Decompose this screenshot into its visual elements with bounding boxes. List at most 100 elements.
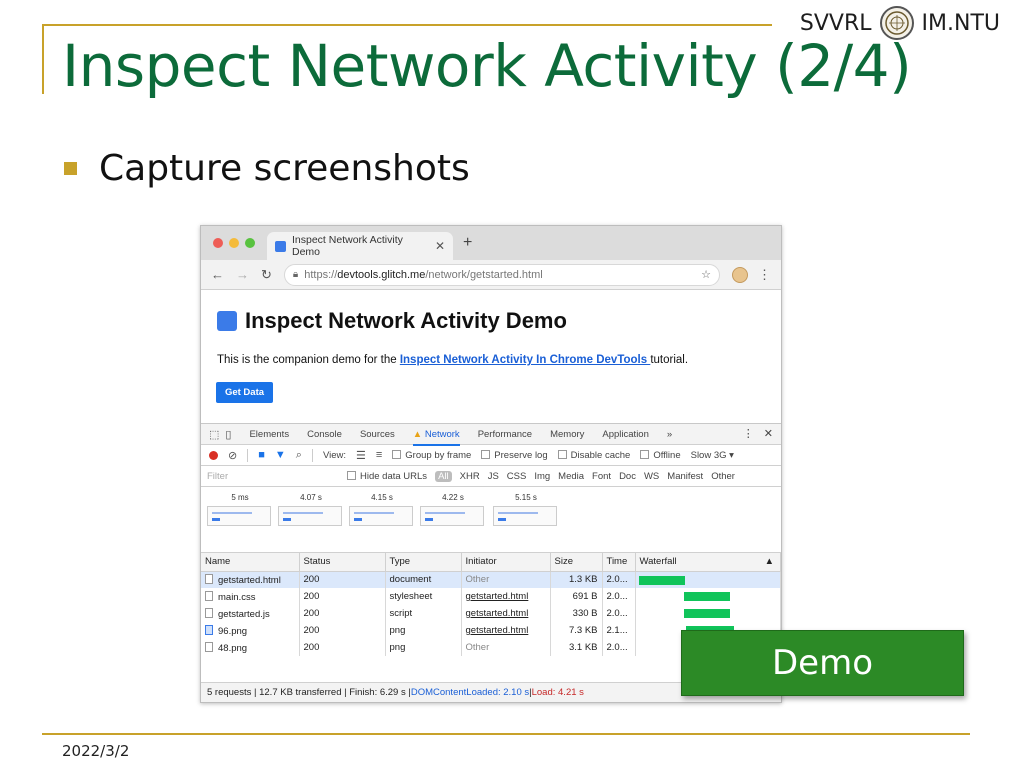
filmstrip-frame[interactable]: 5 ms [207,493,273,526]
column-waterfall[interactable]: Waterfall ▲ [635,553,781,572]
document-icon [205,573,213,584]
waterfall-bar [638,575,685,585]
status-domcontentloaded: DOMContentLoaded: 2.10 s [410,687,530,698]
record-icon[interactable] [209,450,218,460]
filter-input[interactable]: Filter [207,471,339,482]
brand-dept: IM.NTU [921,10,1000,36]
filter-type-all[interactable]: All [435,470,452,482]
filmstrip-frame[interactable]: 4.22 s [420,493,486,526]
tab-memory[interactable]: Memory [550,429,584,440]
request-time: 2.0... [602,605,636,622]
overview-icon[interactable]: ≡ [376,449,382,461]
devtools-tab-bar: ⬚ ▯ Elements Console Sources ▲ Network Pe… [201,424,781,446]
url-input[interactable]: 🔒︎ https://devtools.glitch.me/network/ge… [283,263,720,286]
browser-tabstrip: Inspect Network Activity Demo ✕ + [201,226,781,260]
inspect-element-icon[interactable]: ⬚ [209,428,219,441]
network-toolbar: ⊘ ■ ▼ ⌕ View: ☰ ≡ Group by frame Preserv… [201,445,781,466]
status-load: Load: 4.21 s [531,687,584,698]
filter-type-doc[interactable]: Doc [619,471,636,482]
view-label: View: [322,449,346,461]
bookmark-star-icon[interactable]: ☆ [701,268,711,281]
filter-type-css[interactable]: CSS [507,471,527,482]
demo-logo-icon [217,311,237,331]
more-tabs-icon[interactable]: » [667,429,672,440]
devtools-close-icon[interactable]: ✕ [764,427,773,440]
request-initiator: Other [461,639,551,656]
hide-data-urls-checkbox[interactable]: Hide data URLs [347,470,427,482]
get-data-button[interactable]: Get Data [216,382,273,403]
tab-console[interactable]: Console [307,429,342,440]
preserve-log-checkbox[interactable]: Preserve log [481,449,548,461]
offline-checkbox[interactable]: Offline [640,449,681,461]
filter-type-font[interactable]: Font [592,471,611,482]
table-row[interactable]: getstarted.html 200 document Other 1.3 K… [201,571,781,588]
tab-close-icon[interactable]: ✕ [435,239,445,253]
column-initiator[interactable]: Initiator [461,553,551,572]
group-by-frame-label: Group by frame [405,449,472,461]
throttling-select[interactable]: Slow 3G ▾ [691,450,734,461]
capture-screenshots-icon[interactable]: ■ [258,449,265,461]
forward-icon[interactable]: → [236,267,249,282]
back-icon[interactable]: ← [211,267,224,282]
table-row[interactable]: getstarted.js 200 script getstarted.html… [201,605,781,622]
disable-cache-checkbox[interactable]: Disable cache [557,449,630,461]
filter-icon[interactable]: ▼ [275,449,286,461]
filmstrip-frame[interactable]: 4.07 s [278,493,344,526]
tutorial-link[interactable]: Inspect Network Activity In Chrome DevTo… [400,354,651,366]
request-initiator-link[interactable]: getstarted.html [466,591,529,602]
preserve-log-label: Preserve log [494,449,548,461]
filter-type-js[interactable]: JS [488,471,499,482]
demo-button[interactable]: Demo [681,630,964,696]
tab-performance[interactable]: Performance [478,429,532,440]
filter-type-media[interactable]: Media [558,471,584,482]
request-size: 1.3 KB [550,571,603,588]
search-icon[interactable]: ⌕ [296,449,302,462]
tab-network[interactable]: ▲ Network [412,428,460,446]
device-toolbar-icon[interactable]: ▯ [225,428,231,441]
tab-application[interactable]: Application [602,429,648,440]
column-type[interactable]: Type [385,553,462,572]
page-heading-text: Inspect Network Activity Demo [245,308,567,333]
column-size[interactable]: Size [550,553,603,572]
chevron-down-icon: ▾ [729,449,734,461]
column-name[interactable]: Name [201,553,300,572]
filter-type-manifest[interactable]: Manifest [667,471,703,482]
frame-time: 4.07 s [300,493,322,502]
tab-elements[interactable]: Elements [249,429,289,440]
reload-icon[interactable]: ↻ [261,267,272,283]
large-rows-icon[interactable]: ☰ [356,449,366,462]
column-time[interactable]: Time [602,553,636,572]
maximize-window-icon[interactable] [245,238,255,248]
frame-time: 4.15 s [371,493,393,502]
request-initiator-link[interactable]: getstarted.html [466,608,529,619]
frame-time: 5.15 s [515,493,537,502]
table-row[interactable]: main.css 200 stylesheet getstarted.html … [201,588,781,605]
devtools-menu-icon[interactable]: ⋮ [743,427,754,440]
image-file-icon [205,624,213,635]
browser-tab[interactable]: Inspect Network Activity Demo ✕ [267,232,453,260]
group-by-frame-checkbox[interactable]: Group by frame [392,449,472,461]
header-rule [42,24,772,26]
new-tab-icon[interactable]: + [463,234,472,252]
filter-type-xhr[interactable]: XHR [460,471,480,482]
filter-type-img[interactable]: Img [534,471,550,482]
waterfall-bar [683,592,730,601]
filter-type-other[interactable]: Other [711,471,735,482]
tab-network-label: Network [424,428,460,440]
close-window-icon[interactable] [213,238,223,248]
lock-icon: 🔒︎ [292,269,299,280]
filmstrip-frame[interactable]: 5.15 s [493,493,559,526]
request-initiator-link[interactable]: getstarted.html [466,625,529,636]
filmstrip-frame[interactable]: 4.15 s [349,493,415,526]
bullet-text: Capture screenshots [99,148,470,189]
menu-kebab-icon[interactable]: ⋮ [758,267,771,283]
tab-sources[interactable]: Sources [360,429,395,440]
clear-icon[interactable]: ⊘ [228,449,237,462]
filter-type-ws[interactable]: WS [644,471,659,482]
page-heading: Inspect Network Activity Demo [217,308,567,334]
minimize-window-icon[interactable] [229,238,239,248]
column-status[interactable]: Status [299,553,386,572]
profile-avatar[interactable] [732,266,748,283]
document-icon [205,590,213,601]
request-type: png [385,639,462,656]
